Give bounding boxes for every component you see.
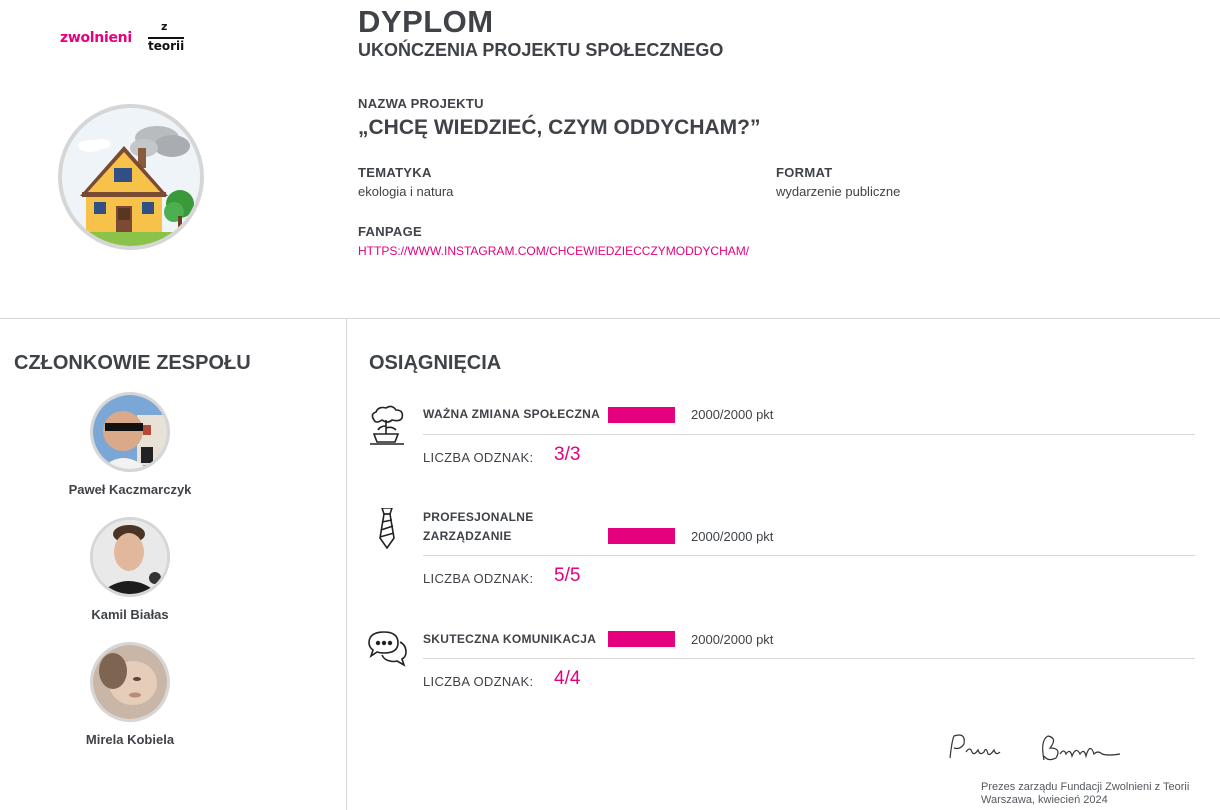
member-name: Paweł Kaczmarczyk <box>68 482 192 497</box>
fanpage-link[interactable]: HTTPS://WWW.INSTAGRAM.COM/CHCEWIEDZIECCZ… <box>358 244 749 258</box>
achievement-progress-bar <box>608 631 675 647</box>
badge-count: 4/4 <box>554 668 581 689</box>
avatar <box>90 392 170 472</box>
house-illustration <box>62 108 200 246</box>
logo-z-text: z <box>161 20 168 33</box>
achievement-progress-bar <box>608 528 675 544</box>
achievement-divider <box>423 555 1195 556</box>
project-house-image <box>58 104 204 250</box>
diploma-title: DYPLOM <box>358 4 494 39</box>
badge-count: 3/3 <box>554 444 581 465</box>
logo-brand-text: zwolnieni <box>60 30 132 46</box>
achievement-name: WAŻNA ZMIANA SPOŁECZNA <box>423 407 601 421</box>
diploma-subtitle: UKOŃCZENIA PROJEKTU SPOŁECZNEGO <box>358 40 724 60</box>
achievement-points: 2000/2000 pkt <box>691 632 774 647</box>
badge-count-label: LICZBA ODZNAK: <box>423 450 534 465</box>
signature-title: Prezes zarządu Fundacji Zwolnieni z Teor… <box>981 781 1190 793</box>
necktie-icon <box>366 507 408 550</box>
achievement-points: 2000/2000 pkt <box>691 407 774 422</box>
project-name-label: NAZWA PROJEKTU <box>358 96 484 111</box>
avatar <box>90 517 170 597</box>
badge-count: 5/5 <box>554 565 581 586</box>
signature-place-date: Warszawa, kwiecień 2024 <box>981 794 1108 806</box>
achievement-divider <box>423 434 1195 435</box>
tematyka-label: TEMATYKA <box>358 165 432 180</box>
achievement-divider <box>423 658 1195 659</box>
avatar <box>90 642 170 722</box>
team-members-title: CZŁONKOWIE ZESPOŁU <box>14 352 251 374</box>
signature-caption: Prezes zarządu Fundacji Zwolnieni z Teor… <box>981 781 1189 807</box>
member-name: Kamil Białas <box>91 607 169 622</box>
achievement-name-line1: PROFESJONALNE <box>423 510 534 524</box>
member-name: Mirela Kobiela <box>85 732 175 747</box>
president-signature <box>944 726 1134 770</box>
achievements-title: OSIĄGNIĘCIA <box>369 352 502 374</box>
fanpage-label: FANPAGE <box>358 224 422 239</box>
zwolnieni-z-teorii-logo: zwolnieni z teorii <box>60 20 190 60</box>
achievement-name: SKUTECZNA KOMUNIKACJA <box>423 632 597 646</box>
achievement-points: 2000/2000 pkt <box>691 529 774 544</box>
member-card: Kamil Białas <box>50 517 210 622</box>
achievement-progress-bar <box>608 407 675 423</box>
member-card: Paweł Kaczmarczyk <box>50 392 210 497</box>
badge-count-label: LICZBA ODZNAK: <box>423 571 534 586</box>
tematyka-value: ekologia i natura <box>358 184 454 199</box>
badge-count-label: LICZBA ODZNAK: <box>423 674 534 689</box>
member-card: Mirela Kobiela <box>50 642 210 747</box>
horizontal-divider <box>0 318 1220 319</box>
format-label: FORMAT <box>776 165 833 180</box>
logo-teorii-text: teorii <box>148 39 185 53</box>
bonsai-tree-icon <box>366 404 408 446</box>
chat-bubbles-icon <box>366 628 408 670</box>
project-name: „CHCĘ WIEDZIEĆ, CZYM ODDYCHAM?” <box>358 116 761 139</box>
format-value: wydarzenie publiczne <box>776 184 901 199</box>
vertical-divider <box>346 318 347 810</box>
achievement-name: PROFESJONALNE ZARZĄDZANIE <box>423 508 534 546</box>
achievement-name-line2: ZARZĄDZANIE <box>423 529 512 543</box>
